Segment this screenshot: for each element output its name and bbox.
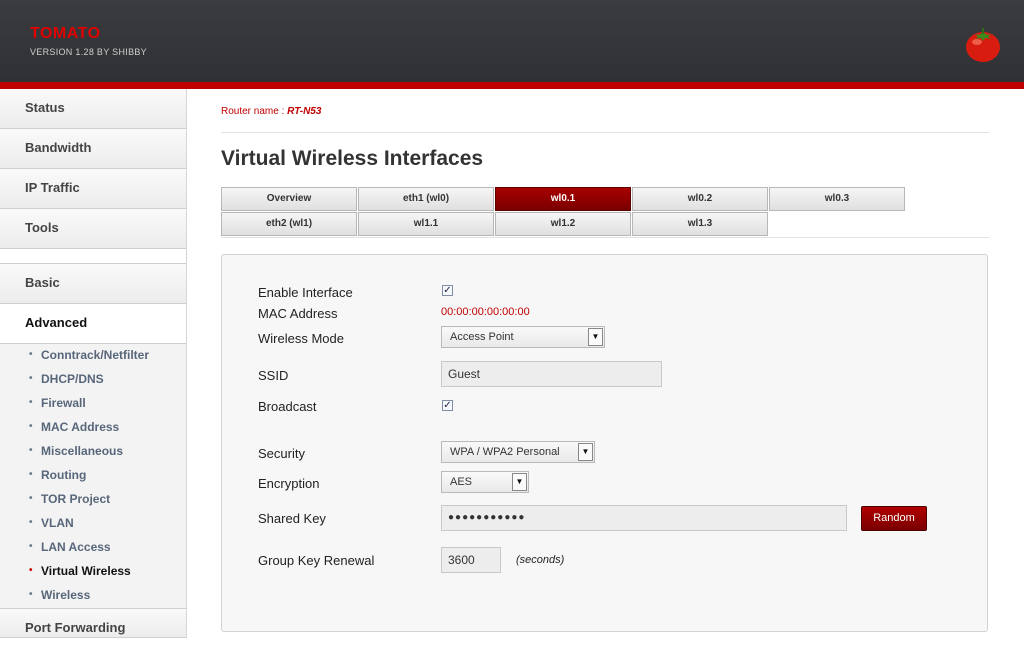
nav-sub-label: Conntrack/Netfilter <box>41 348 150 362</box>
nav-sub-wireless[interactable]: • Wireless <box>0 583 186 607</box>
app-header <box>0 0 1024 82</box>
renewal-unit-label: (seconds) <box>516 554 565 566</box>
encryption-label: Encryption <box>258 476 320 491</box>
nav-sub-lan-access[interactable]: • LAN Access <box>0 535 186 559</box>
tab-wl1-3[interactable]: wl1.3 <box>632 212 768 236</box>
shared-key-input[interactable]: ●●●●●●●●●●● <box>441 505 847 531</box>
bullet-icon: • <box>29 445 33 456</box>
nav-sub-label: LAN Access <box>41 540 111 554</box>
nav-sub-vlan[interactable]: • VLAN <box>0 511 186 535</box>
dropdown-arrow-icon[interactable]: ▼ <box>578 443 593 461</box>
mac-address-value: 00:00:00:00:00:00 <box>441 306 530 318</box>
nav-ip-traffic[interactable]: IP Traffic <box>0 169 186 209</box>
tab-eth1-wl0[interactable]: eth1 (wl0) <box>358 187 494 211</box>
router-name-value: RT-N53 <box>287 106 322 117</box>
bullet-icon: • <box>29 565 33 576</box>
nav-sub-label: Routing <box>41 468 87 482</box>
nav-sub-label: TOR Project <box>41 492 111 506</box>
bullet-icon: • <box>29 493 33 504</box>
wireless-mode-value: Access Point <box>450 331 514 343</box>
tab-wl0-1[interactable]: wl0.1 <box>495 187 631 211</box>
dropdown-arrow-icon[interactable]: ▼ <box>588 328 603 346</box>
nav-sub-label: Firewall <box>41 396 86 410</box>
nav-sub-label: MAC Address <box>41 420 120 434</box>
encryption-value: AES <box>450 476 473 488</box>
bullet-icon: • <box>29 421 33 432</box>
bullet-icon: • <box>29 397 33 408</box>
security-label: Security <box>258 446 305 461</box>
bullet-icon: • <box>29 589 33 600</box>
bullet-icon: • <box>29 469 33 480</box>
checkmark-icon: ✓ <box>443 285 452 296</box>
nav-bandwidth[interactable]: Bandwidth <box>0 129 186 169</box>
bullet-icon: • <box>29 517 33 528</box>
tab-wl1-1[interactable]: wl1.1 <box>358 212 494 236</box>
broadcast-label: Broadcast <box>258 399 317 414</box>
security-select[interactable]: WPA / WPA2 Personal ▼ <box>441 441 595 463</box>
nav-port-forwarding[interactable]: Port Forwarding <box>0 608 186 638</box>
encryption-select[interactable]: AES ▼ <box>441 471 529 493</box>
header-red-bar <box>0 82 1024 89</box>
tab-wl0-3[interactable]: wl0.3 <box>769 187 905 211</box>
nav-sub-mac-address[interactable]: • MAC Address <box>0 415 186 439</box>
tab-overview[interactable]: Overview <box>221 187 357 211</box>
broadcast-checkbox[interactable]: ✓ <box>442 400 453 411</box>
security-value: WPA / WPA2 Personal <box>450 446 560 458</box>
wireless-mode-select[interactable]: Access Point ▼ <box>441 326 605 348</box>
nav-sub-dhcp-dns[interactable]: • DHCP/DNS <box>0 367 186 391</box>
nav-sub-label: VLAN <box>41 516 74 530</box>
nav-sub-label: DHCP/DNS <box>41 372 104 386</box>
ssid-input[interactable]: Guest <box>441 361 662 387</box>
bullet-icon: • <box>29 349 33 360</box>
tab-wl1-2[interactable]: wl1.2 <box>495 212 631 236</box>
tomato-logo-icon <box>966 28 1000 62</box>
nav-basic[interactable]: Basic <box>0 264 186 304</box>
nav-sub-routing[interactable]: • Routing <box>0 463 186 487</box>
nav-sub-conntrack[interactable]: • Conntrack/Netfilter <box>0 343 186 367</box>
random-key-button[interactable]: Random <box>861 506 927 531</box>
nav-sub-virtual-wireless[interactable]: • Virtual Wireless <box>0 559 186 583</box>
nav-sub-miscellaneous[interactable]: • Miscellaneous <box>0 439 186 463</box>
bullet-icon: • <box>29 541 33 552</box>
brand-version: VERSION 1.28 BY SHIBBY <box>30 47 147 57</box>
nav-advanced[interactable]: Advanced <box>0 304 186 344</box>
divider <box>221 132 989 133</box>
enable-interface-checkbox[interactable]: ✓ <box>442 285 453 296</box>
router-name-label: Router name : <box>221 106 285 117</box>
ssid-label: SSID <box>258 368 289 383</box>
nav-sub-label: Virtual Wireless <box>41 564 131 578</box>
tab-eth2-wl1[interactable]: eth2 (wl1) <box>221 212 357 236</box>
shared-key-label: Shared Key <box>258 511 326 526</box>
nav-sub-firewall[interactable]: • Firewall <box>0 391 186 415</box>
page-title: Virtual Wireless Interfaces <box>221 147 484 170</box>
wireless-mode-label: Wireless Mode <box>258 331 344 346</box>
nav-separator <box>0 249 186 264</box>
tab-wl0-2[interactable]: wl0.2 <box>632 187 768 211</box>
dropdown-arrow-icon[interactable]: ▼ <box>512 473 527 491</box>
bullet-icon: • <box>29 373 33 384</box>
tabs-underline <box>221 237 989 238</box>
nav-sub-label: Miscellaneous <box>41 444 124 458</box>
brand-name: TOMATO <box>30 25 101 42</box>
group-key-renewal-input[interactable]: 3600 <box>441 547 501 573</box>
group-key-renewal-label: Group Key Renewal <box>258 553 375 568</box>
nav-sub-tor-project[interactable]: • TOR Project <box>0 487 186 511</box>
enable-interface-label: Enable Interface <box>258 285 353 300</box>
nav-status[interactable]: Status <box>0 89 186 129</box>
checkmark-icon: ✓ <box>443 400 452 411</box>
nav-sub-label: Wireless <box>41 588 91 602</box>
mac-address-label: MAC Address <box>258 306 338 321</box>
router-name-line: Router name : RT-N53 <box>221 106 321 117</box>
nav-tools[interactable]: Tools <box>0 209 186 249</box>
